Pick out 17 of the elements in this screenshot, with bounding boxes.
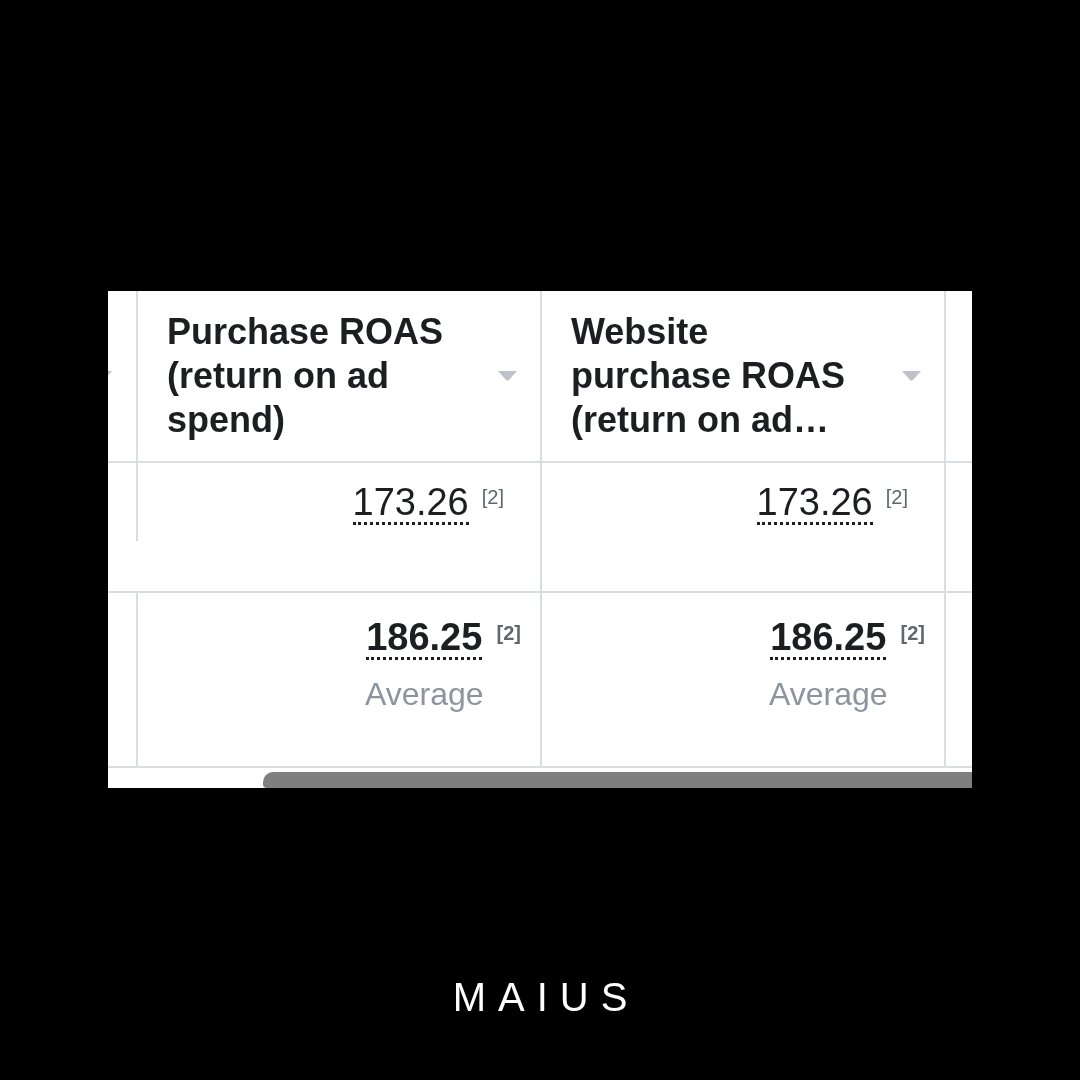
footnote-mark: [2] — [900, 621, 925, 645]
column-header[interactable]: Purchase ROAS (return on ad spend) — [167, 310, 457, 442]
logo: MAIUS — [451, 975, 640, 1019]
footnote-mark: [2] — [496, 621, 521, 645]
caret-icon[interactable] — [498, 371, 517, 381]
metric-value: 186.25 — [366, 617, 483, 660]
footnote-mark: [2] — [481, 485, 504, 509]
scrollbar-thumb[interactable] — [263, 772, 972, 788]
metric-value: 173.26 — [756, 482, 873, 525]
caret-icon[interactable] — [108, 371, 112, 376]
footnote-mark: [2] — [885, 485, 908, 509]
caret-icon[interactable] — [902, 371, 921, 381]
metric-value: 186.25 — [770, 617, 887, 660]
summary-caption: Average — [364, 675, 484, 714]
column-header[interactable]: Website purchase ROAS (return on ad… — [571, 310, 861, 442]
summary-caption: Average — [768, 675, 888, 714]
metric-value: 173.26 — [352, 482, 469, 525]
